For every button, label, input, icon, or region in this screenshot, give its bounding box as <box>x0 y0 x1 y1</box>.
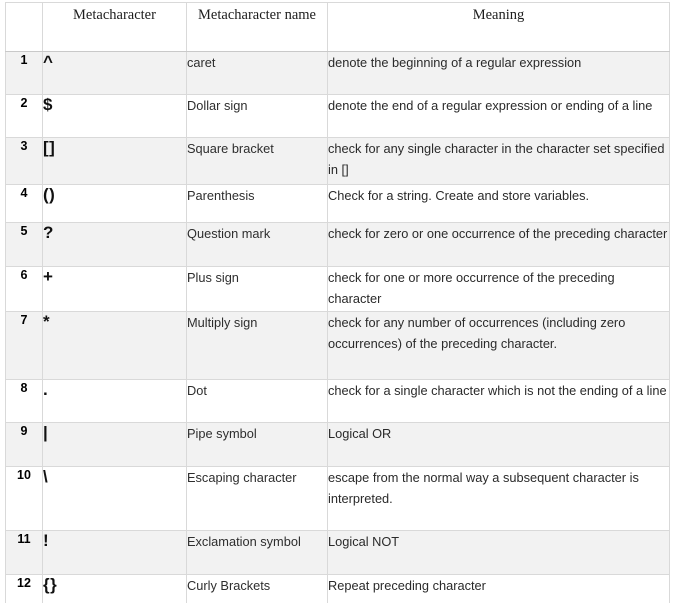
metacharacter-meaning: Logical NOT <box>327 530 670 575</box>
table-row: 8 . Dot check for a single character whi… <box>5 379 670 423</box>
metacharacter-meaning: denote the beginning of a regular expres… <box>327 51 670 95</box>
metacharacter-glyph: ! <box>42 530 187 575</box>
table-row: 6 + Plus sign check for one or more occu… <box>5 266 670 312</box>
column-header-metacharacter-name: Metacharacter name <box>186 2 328 52</box>
row-number: 1 <box>5 51 43 95</box>
table-row: 2 $ Dollar sign denote the end of a regu… <box>5 94 670 138</box>
metacharacter-name: Pipe symbol <box>186 422 328 467</box>
page-root: Metacharacter Metacharacter name Meaning… <box>0 0 676 603</box>
metacharacter-meaning: Check for a string. Create and store var… <box>327 184 670 223</box>
row-number: 10 <box>5 466 43 531</box>
column-header-metacharacter: Metacharacter <box>42 2 187 52</box>
row-number: 12 <box>5 574 43 603</box>
metacharacter-meaning: Repeat preceding character <box>327 574 670 603</box>
metacharacter-meaning: escape from the normal way a subsequent … <box>327 466 670 531</box>
table-row: 11 ! Exclamation symbol Logical NOT <box>5 530 670 575</box>
metacharacter-name: Curly Brackets <box>186 574 328 603</box>
metacharacter-glyph: $ <box>42 94 187 138</box>
table-row: 7 * Multiply sign check for any number o… <box>5 311 670 380</box>
row-number: 8 <box>5 379 43 423</box>
metacharacter-glyph: ? <box>42 222 187 267</box>
row-number: 3 <box>5 137 43 185</box>
row-number: 6 <box>5 266 43 312</box>
metacharacter-table: Metacharacter Metacharacter name Meaning… <box>5 2 670 603</box>
table-body: 1 ^ caret denote the beginning of a regu… <box>5 51 670 603</box>
table-row: 12 {} Curly Brackets Repeat preceding ch… <box>5 574 670 603</box>
metacharacter-meaning: check for zero or one occurrence of the … <box>327 222 670 267</box>
row-number: 2 <box>5 94 43 138</box>
metacharacter-name: Dollar sign <box>186 94 328 138</box>
row-number: 9 <box>5 422 43 467</box>
metacharacter-glyph: ^ <box>42 51 187 95</box>
metacharacter-meaning: check for a single character which is no… <box>327 379 670 423</box>
metacharacter-glyph: {} <box>42 574 187 603</box>
metacharacter-name: Question mark <box>186 222 328 267</box>
column-header-number <box>5 2 43 52</box>
metacharacter-glyph: | <box>42 422 187 467</box>
metacharacter-glyph: + <box>42 266 187 312</box>
metacharacter-meaning: check for any number of occurrences (inc… <box>327 311 670 380</box>
metacharacter-meaning: Logical OR <box>327 422 670 467</box>
table-row: 3 [] Square bracket check for any single… <box>5 137 670 185</box>
metacharacter-meaning: check for any single character in the ch… <box>327 137 670 185</box>
row-number: 11 <box>5 530 43 575</box>
metacharacter-name: Dot <box>186 379 328 423</box>
table-header: Metacharacter Metacharacter name Meaning <box>5 2 670 52</box>
metacharacter-glyph: \ <box>42 466 187 531</box>
metacharacter-glyph: * <box>42 311 187 380</box>
metacharacter-meaning: check for one or more occurrence of the … <box>327 266 670 312</box>
metacharacter-name: Multiply sign <box>186 311 328 380</box>
metacharacter-name: Escaping character <box>186 466 328 531</box>
metacharacter-glyph: . <box>42 379 187 423</box>
column-header-meaning: Meaning <box>327 2 670 52</box>
table-header-row: Metacharacter Metacharacter name Meaning <box>5 2 670 52</box>
metacharacter-name: Exclamation symbol <box>186 530 328 575</box>
metacharacter-glyph: () <box>42 184 187 223</box>
metacharacter-name: Parenthesis <box>186 184 328 223</box>
metacharacter-name: Plus sign <box>186 266 328 312</box>
metacharacter-name: caret <box>186 51 328 95</box>
row-number: 5 <box>5 222 43 267</box>
metacharacter-glyph: [] <box>42 137 187 185</box>
table-row: 10 \ Escaping character escape from the … <box>5 466 670 531</box>
table-row: 4 () Parenthesis Check for a string. Cre… <box>5 184 670 223</box>
metacharacter-name: Square bracket <box>186 137 328 185</box>
table-row: 5 ? Question mark check for zero or one … <box>5 222 670 267</box>
row-number: 7 <box>5 311 43 380</box>
metacharacter-meaning: denote the end of a regular expression o… <box>327 94 670 138</box>
table-row: 9 | Pipe symbol Logical OR <box>5 422 670 467</box>
row-number: 4 <box>5 184 43 223</box>
table-row: 1 ^ caret denote the beginning of a regu… <box>5 51 670 95</box>
